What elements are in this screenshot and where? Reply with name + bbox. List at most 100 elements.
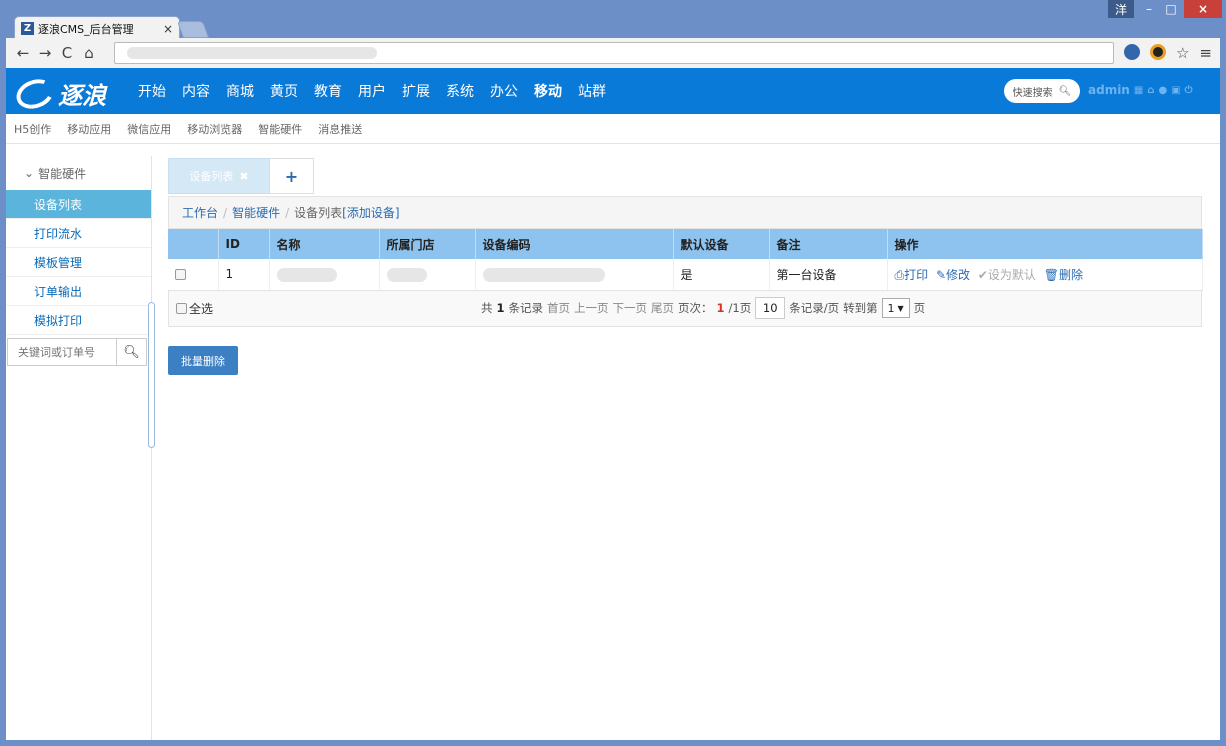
minimize-button[interactable]: – — [1138, 0, 1160, 18]
add-device-link[interactable]: [添加设备] — [342, 204, 399, 221]
total-count: 1 — [496, 301, 505, 315]
row-checkbox[interactable] — [175, 269, 186, 281]
subnav-item[interactable]: 移动应用 — [67, 121, 111, 137]
page-size-input[interactable]: 10 — [755, 297, 786, 319]
admin-username[interactable]: admin — [1088, 83, 1130, 97]
cms-app: 逐浪 开始 内容 商城 黄页 教育 用户 扩展 系统 办公 移动 站群 快速搜索 🔍︎ admin … — [6, 68, 1220, 740]
set-default-action[interactable]: ✔设为默认 — [978, 268, 1036, 282]
main-content: 设备列表 ✖ + 工作台 / 智能硬件 / 设备列表 [添加设备] ID 名称 … — [168, 158, 1203, 375]
close-window-button[interactable]: × — [1184, 0, 1222, 18]
sidebar-search-button[interactable]: 🔍︎ — [116, 339, 146, 365]
sidebar-item[interactable]: 打印流水 — [6, 219, 151, 248]
sidebar-item[interactable]: 模拟打印 — [6, 306, 151, 335]
page-current: 1 — [716, 301, 725, 315]
power-icon[interactable]: ⏻ — [1185, 85, 1193, 96]
menu-item[interactable]: 用户 — [358, 81, 386, 101]
extension-user-icon[interactable] — [1123, 44, 1140, 60]
house-icon[interactable]: ⌂ — [1147, 85, 1154, 96]
sidebar-group-header[interactable]: ⌄ 智能硬件 — [6, 156, 151, 190]
batch-delete-button[interactable]: 批量删除 — [168, 346, 238, 375]
profile-button[interactable]: 洋 — [1108, 0, 1134, 18]
cell-name-blurred — [276, 267, 337, 282]
subnav-item[interactable]: 智能硬件 — [258, 121, 302, 137]
breadcrumb-home[interactable]: 工作台 — [182, 204, 218, 221]
menu-item[interactable]: 商城 — [226, 81, 254, 101]
menu-item[interactable]: 系统 — [446, 81, 474, 101]
logo-text: 逐浪 — [58, 81, 106, 110]
admin-area: admin ▦ ⌂ ● ▣ ⏻ — [1088, 83, 1193, 97]
select-all[interactable]: 全选 — [176, 300, 213, 317]
forward-icon[interactable]: → — [34, 44, 56, 62]
menu-item[interactable]: 开始 — [138, 81, 166, 101]
reload-icon[interactable]: C — [56, 44, 78, 62]
next-page-link[interactable]: 下一页 — [613, 300, 648, 316]
last-page-link[interactable]: 尾页 — [651, 300, 674, 316]
browser-menu-icon[interactable]: ≡ — [1199, 44, 1212, 62]
sidebar-search-input[interactable] — [8, 339, 116, 365]
select-all-checkbox[interactable] — [176, 302, 187, 314]
menu-item[interactable]: 移动 — [534, 81, 562, 101]
sub-navbar: H5创作 移动应用 微信应用 移动浏览器 智能硬件 消息推送 — [6, 114, 1220, 144]
page-size-suffix: 条记录/页 — [789, 301, 840, 315]
menu-item[interactable]: 站群 — [578, 81, 606, 101]
menu-item[interactable]: 办公 — [490, 81, 518, 101]
breadcrumb-section[interactable]: 智能硬件 — [232, 204, 280, 221]
new-tab-button[interactable] — [176, 21, 210, 38]
grid-icon[interactable]: ▦ — [1134, 85, 1143, 96]
goto-page-select[interactable]: 1 ▼ — [881, 298, 910, 318]
add-tab-button[interactable]: + — [270, 158, 314, 194]
header-default: 默认设备 — [673, 229, 770, 259]
user-icon[interactable]: ● — [1158, 85, 1167, 96]
first-page-link[interactable]: 首页 — [547, 300, 570, 316]
menu-item[interactable]: 黄页 — [270, 81, 298, 101]
menu-item[interactable]: 扩展 — [402, 81, 430, 101]
header-note: 备注 — [769, 229, 888, 259]
delete-label: 删除 — [1059, 267, 1084, 282]
home-icon[interactable]: ⌂ — [78, 44, 100, 62]
back-icon[interactable]: ← — [12, 44, 34, 62]
tab-close-icon[interactable]: × — [163, 22, 173, 36]
tab-device-list[interactable]: 设备列表 ✖ — [168, 158, 270, 194]
sidebar-item[interactable]: 设备列表 — [6, 190, 151, 219]
logo-swirl-icon — [12, 73, 58, 114]
sidebar-search: 🔍︎ — [7, 338, 147, 366]
pager-row: 全选 共 1 条记录 首页 上一页 下一页 尾页 页次： 1/1页 10 条记录/… — [168, 290, 1202, 327]
pencil-icon: ✎ — [935, 267, 947, 282]
lock-icon[interactable]: ▣ — [1171, 85, 1180, 96]
prev-page-link[interactable]: 上一页 — [574, 300, 609, 316]
total-prefix: 共 — [481, 301, 493, 315]
bookmark-star-icon[interactable]: ☆ — [1176, 44, 1189, 62]
subnav-item[interactable]: 消息推送 — [318, 121, 362, 137]
header-checkbox — [168, 229, 219, 259]
sidebar-item[interactable]: 模板管理 — [6, 248, 151, 277]
address-bar[interactable] — [114, 42, 1114, 64]
main-menu: 开始 内容 商城 黄页 教育 用户 扩展 系统 办公 移动 站群 — [138, 68, 622, 114]
select-all-label: 全选 — [189, 301, 214, 316]
menu-item[interactable]: 教育 — [314, 81, 342, 101]
device-table: ID 名称 所属门店 设备编码 默认设备 备注 操作 1 是 第一台设备 ⎙打印… — [168, 229, 1203, 291]
sidebar: ⌄ 智能硬件 设备列表打印流水模板管理订单输出模拟打印 🔍︎ — [6, 156, 152, 740]
logo[interactable]: 逐浪 — [12, 73, 106, 114]
printer-icon: ⎙ — [894, 267, 905, 282]
edit-action[interactable]: ✎修改 — [936, 268, 970, 282]
breadcrumb-current: 设备列表 — [294, 206, 343, 220]
tab-close-icon[interactable]: ✖ — [239, 170, 248, 183]
maximize-button[interactable]: □ — [1160, 0, 1182, 18]
quick-search-button[interactable]: 快速搜索 🔍︎ — [1004, 79, 1080, 103]
delete-action[interactable]: 🗑︎删除 — [1044, 268, 1083, 282]
extension-circle-icon[interactable] — [1149, 44, 1166, 60]
quick-search-label: 快速搜索 — [1012, 87, 1053, 99]
goto-prefix: 转到第 — [843, 301, 878, 315]
print-action[interactable]: ⎙打印 — [895, 268, 929, 282]
cell-note: 第一台设备 — [769, 259, 888, 291]
dropdown-arrow-icon: ▼ — [897, 303, 904, 313]
browser-tab[interactable]: Z 逐浪CMS_后台管理 × — [14, 16, 180, 40]
menu-item[interactable]: 内容 — [182, 81, 210, 101]
sidebar-item[interactable]: 订单输出 — [6, 277, 151, 306]
breadcrumb: 工作台 / 智能硬件 / 设备列表 [添加设备] — [168, 196, 1202, 229]
subnav-item[interactable]: 微信应用 — [127, 121, 171, 137]
chevron-down-icon: ⌄ — [24, 166, 35, 180]
subnav-item[interactable]: H5创作 — [14, 121, 51, 137]
subnav-item[interactable]: 移动浏览器 — [187, 121, 242, 137]
sidebar-collapse-handle[interactable] — [148, 302, 155, 448]
